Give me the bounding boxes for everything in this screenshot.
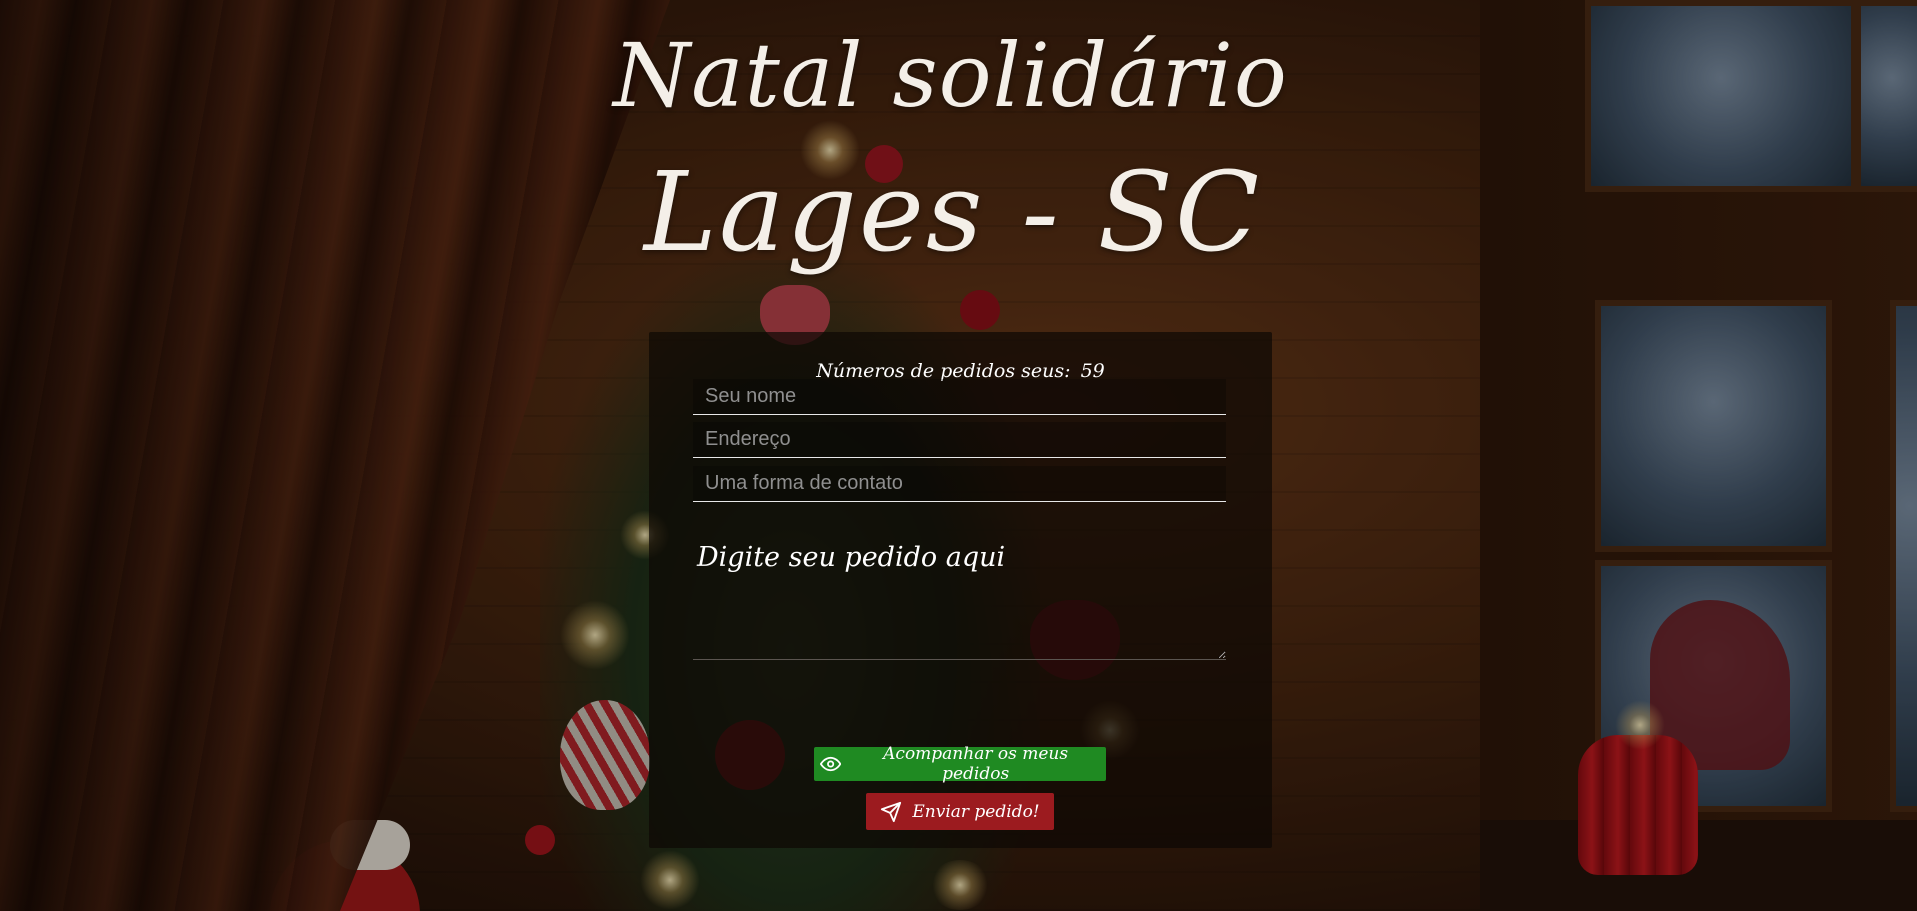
eye-icon <box>820 756 842 772</box>
address-input[interactable] <box>693 422 1226 458</box>
request-form-panel: Números de pedidos seus: 59 Digite seu p… <box>649 332 1272 848</box>
paper-plane-icon <box>881 801 902 822</box>
track-requests-button[interactable]: Acompanhar os meus pedidos <box>814 744 1106 784</box>
send-request-button[interactable]: Enviar pedido! <box>866 793 1054 830</box>
page-title: Natal solidário <box>613 24 1288 127</box>
request-textarea[interactable] <box>693 542 1226 660</box>
contact-input[interactable] <box>693 466 1226 502</box>
track-requests-label: Acompanhar os meus pedidos <box>883 744 1069 784</box>
send-request-label: Enviar pedido! <box>912 801 1040 822</box>
name-input[interactable] <box>693 379 1226 415</box>
page-subtitle: Lages - SC <box>643 148 1262 276</box>
